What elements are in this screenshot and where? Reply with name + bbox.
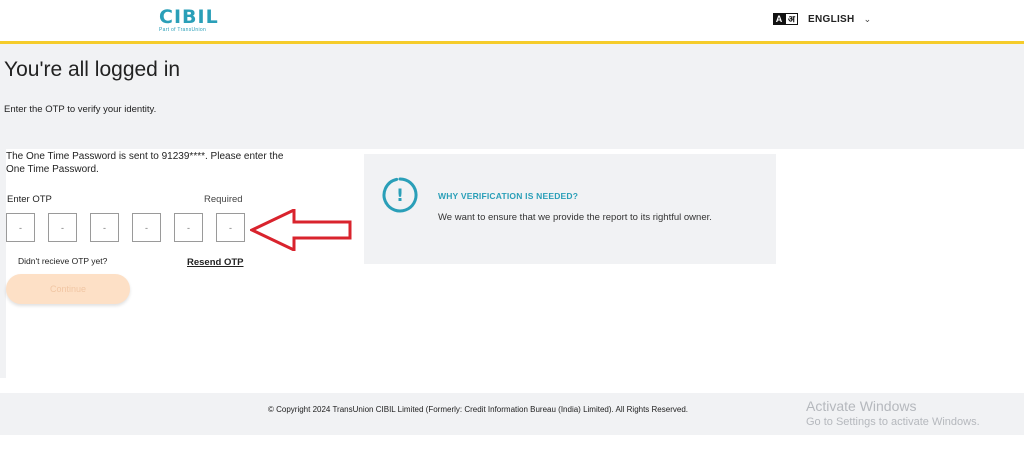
continue-button[interactable]: Continue bbox=[6, 274, 130, 304]
chevron-down-icon: ⌄ bbox=[863, 13, 872, 24]
page-title: You're all logged in bbox=[4, 58, 181, 81]
language-icon: A अ bbox=[773, 13, 798, 25]
otp-required: Required bbox=[204, 194, 243, 205]
otp-digit-5[interactable] bbox=[174, 213, 203, 242]
cibil-logo[interactable]: CIBIL Part of TransUnion bbox=[159, 7, 219, 33]
windows-activation-title: Activate Windows bbox=[806, 398, 917, 414]
otp-message: The One Time Password is sent to 91239**… bbox=[6, 151, 284, 175]
page-subtitle: Enter the OTP to verify your identity. bbox=[4, 104, 157, 115]
left-strip bbox=[0, 149, 6, 378]
otp-digit-3[interactable] bbox=[90, 213, 119, 242]
language-icon-hindi: अ bbox=[785, 13, 798, 25]
otp-digit-4[interactable] bbox=[132, 213, 161, 242]
otp-digit-6[interactable] bbox=[216, 213, 245, 242]
exclamation-circle-icon: ! bbox=[382, 177, 418, 213]
didnt-receive-text: Didn't recieve OTP yet? bbox=[18, 256, 108, 266]
info-title: WHY VERIFICATION IS NEEDED? bbox=[438, 191, 579, 201]
logo-text: CIBIL bbox=[159, 6, 219, 28]
language-selector[interactable]: A अ ENGLISH ⌄ bbox=[773, 13, 871, 25]
resend-otp-link[interactable]: Resend OTP bbox=[187, 257, 244, 268]
info-text: We want to ensure that we provide the re… bbox=[438, 212, 712, 223]
verification-info-card: ! WHY VERIFICATION IS NEEDED? We want to… bbox=[364, 154, 776, 264]
language-label: ENGLISH bbox=[808, 13, 855, 25]
copyright-text: © Copyright 2024 TransUnion CIBIL Limite… bbox=[268, 405, 688, 414]
language-icon-a: A bbox=[773, 13, 785, 25]
red-arrow-annotation bbox=[250, 209, 352, 251]
windows-activation-subtitle: Go to Settings to activate Windows. bbox=[806, 416, 980, 428]
otp-digit-2[interactable] bbox=[48, 213, 77, 242]
info-icon-mark: ! bbox=[396, 186, 404, 206]
otp-label: Enter OTP bbox=[7, 194, 52, 205]
otp-digit-1[interactable] bbox=[6, 213, 35, 242]
header: CIBIL Part of TransUnion A अ ENGLISH ⌄ bbox=[0, 0, 1024, 44]
